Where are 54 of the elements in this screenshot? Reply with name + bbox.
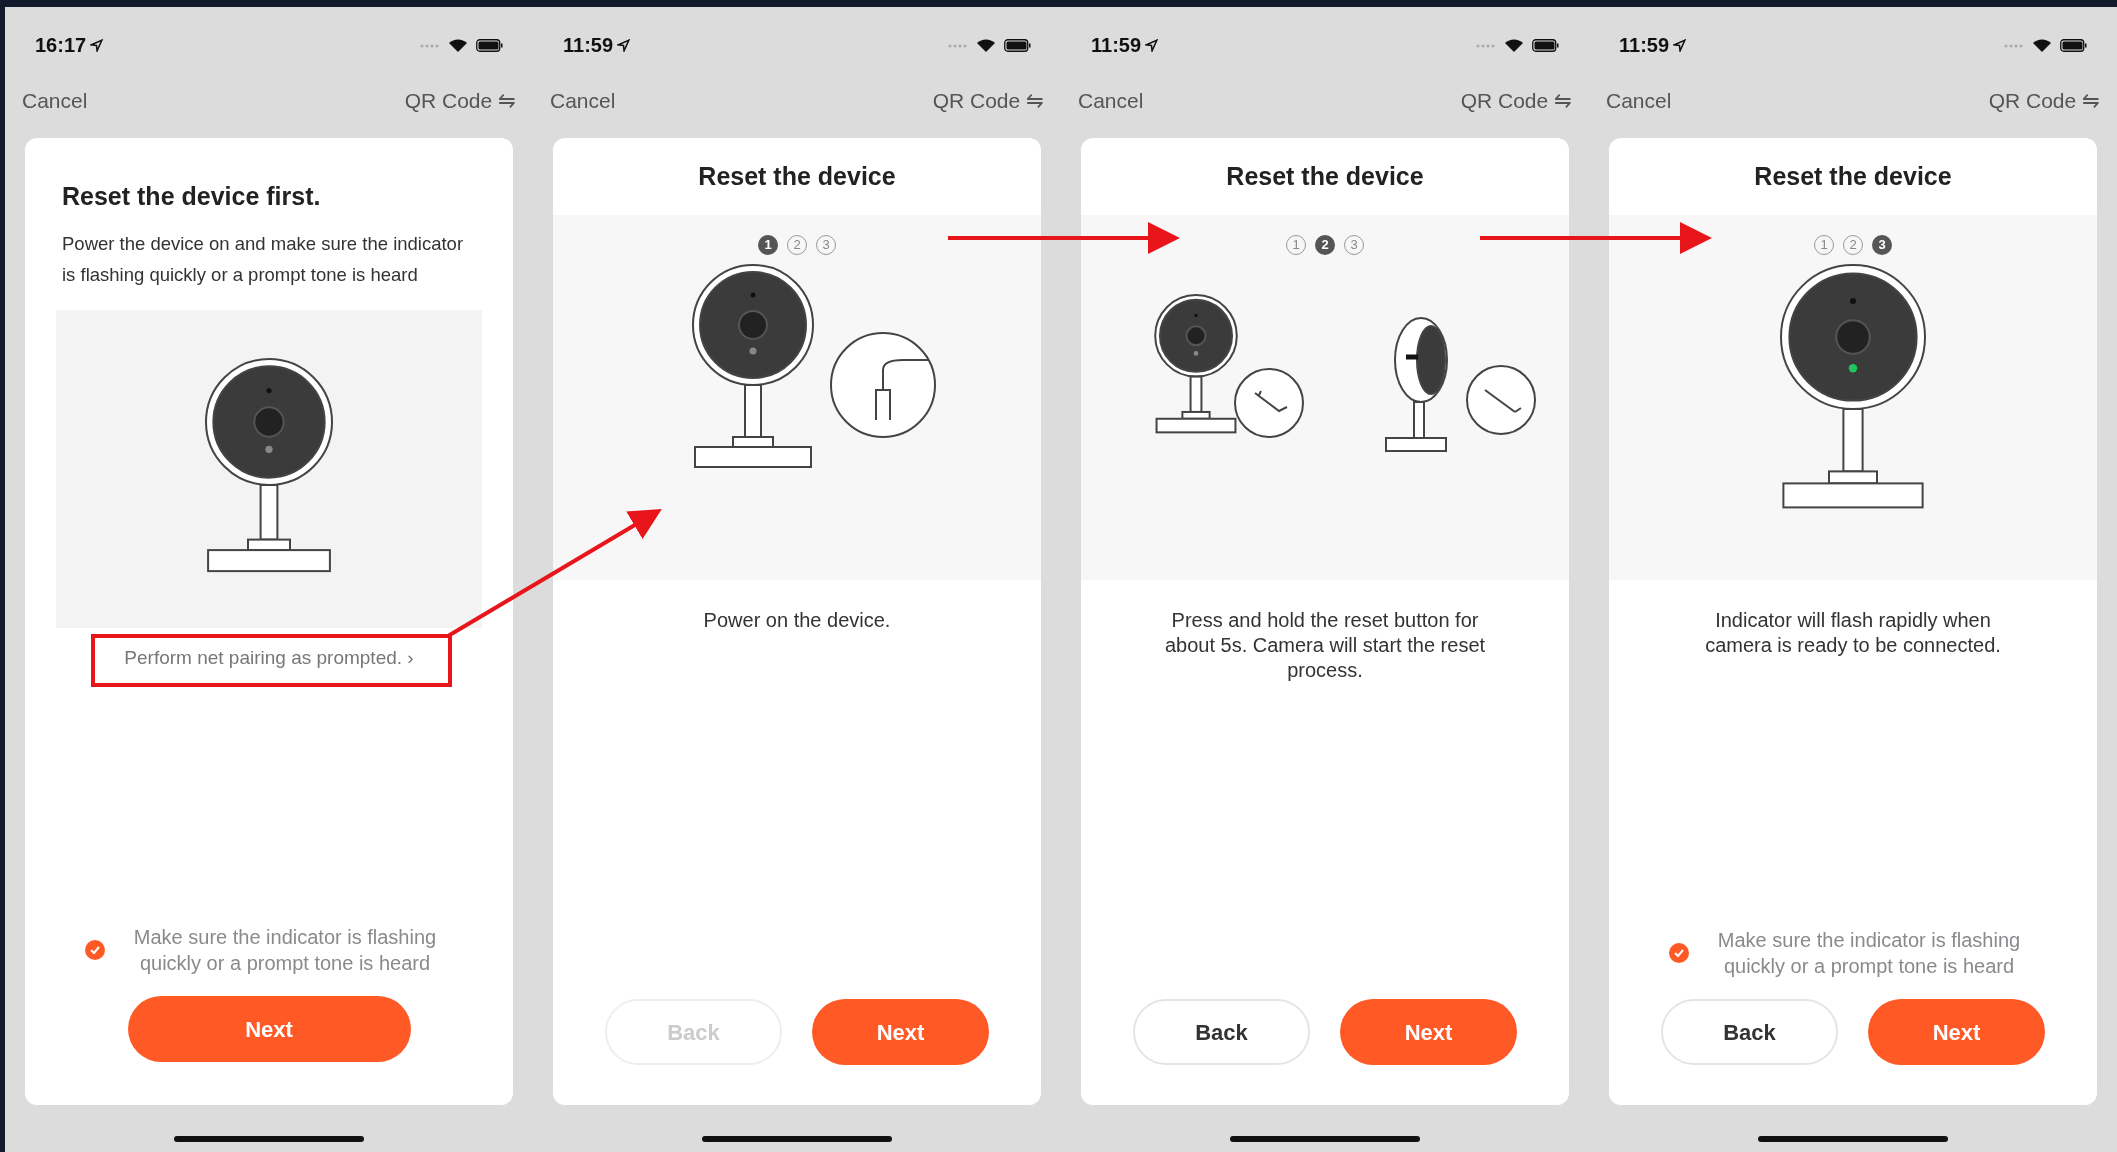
card-title: Reset the device xyxy=(698,160,896,192)
checkbox[interactable] xyxy=(85,940,105,960)
step-indicator[interactable]: 3 xyxy=(1872,235,1892,255)
cancel-button[interactable]: Cancel xyxy=(22,85,88,117)
pairing-link[interactable]: Perform net pairing as prompted. › xyxy=(124,643,414,672)
battery-icon xyxy=(2060,38,2087,52)
signal-icon xyxy=(948,42,968,48)
location-icon xyxy=(1145,38,1159,52)
location-icon xyxy=(90,38,104,52)
qr-code-button[interactable]: QR Code ⇋ xyxy=(404,85,516,117)
location-icon xyxy=(617,38,631,52)
back-button[interactable]: Back xyxy=(1661,999,1838,1065)
signal-icon xyxy=(1476,42,1496,48)
checkmark-icon xyxy=(89,944,101,956)
battery-icon xyxy=(1004,38,1031,52)
status-time: 11:59 xyxy=(563,33,614,58)
wifi-icon xyxy=(976,37,996,53)
battery-icon xyxy=(476,38,503,52)
next-button[interactable]: Next xyxy=(127,996,411,1062)
pin-tool-drawing xyxy=(1466,365,1536,435)
checkbox[interactable] xyxy=(1669,943,1689,963)
status-time: 11:59 xyxy=(1091,33,1142,58)
finger-press-drawing xyxy=(1234,368,1304,438)
qr-code-button[interactable]: QR Code ⇋ xyxy=(932,85,1044,117)
checkmark-icon xyxy=(1673,947,1685,959)
step-description: Indicator will flash rapidly when camera is ready to be connected. xyxy=(1704,608,2002,658)
signal-icon xyxy=(2004,42,2024,48)
card-title: Reset the device first. xyxy=(62,181,322,212)
signal-icon xyxy=(420,42,440,48)
cancel-button[interactable]: Cancel xyxy=(550,85,616,117)
next-button[interactable]: Next xyxy=(812,999,989,1065)
wifi-icon xyxy=(1504,37,1524,53)
step-indicator[interactable]: 2 xyxy=(1315,235,1335,255)
checkbox-label: Make sure the indicator is flashing quickly or a prompt tone is heard xyxy=(1716,928,2022,979)
card-title: Reset the device xyxy=(1754,160,1952,192)
step-indicator[interactable]: 1 xyxy=(758,235,778,255)
card-description: Power the device on and make sure the indicator is flashing quickly or a prompt tone is heard xyxy=(62,231,465,287)
checkbox-label: Make sure the indicator is flashing quickly or a prompt tone is heard xyxy=(132,925,438,976)
step-description: Power on the device. xyxy=(702,608,892,633)
wifi-icon xyxy=(448,37,468,53)
qr-code-button[interactable]: QR Code ⇋ xyxy=(1988,85,2100,117)
location-icon xyxy=(1673,38,1687,52)
cancel-button[interactable]: Cancel xyxy=(1606,85,1672,117)
cancel-button[interactable]: Cancel xyxy=(1078,85,1144,117)
back-button[interactable]: Back xyxy=(1133,999,1310,1065)
status-time: 16:17 xyxy=(35,33,87,58)
qr-code-button[interactable]: QR Code ⇋ xyxy=(1460,85,1572,117)
next-button[interactable]: Next xyxy=(1340,999,1517,1065)
next-button[interactable]: Next xyxy=(1868,999,2045,1065)
status-time: 11:59 xyxy=(1619,33,1670,58)
card-title: Reset the device xyxy=(1226,160,1424,192)
step-description: Press and hold the reset button for about 5s. Camera will start the reset process. xyxy=(1163,608,1487,683)
wifi-icon xyxy=(2032,37,2052,53)
battery-icon xyxy=(1532,38,1559,52)
